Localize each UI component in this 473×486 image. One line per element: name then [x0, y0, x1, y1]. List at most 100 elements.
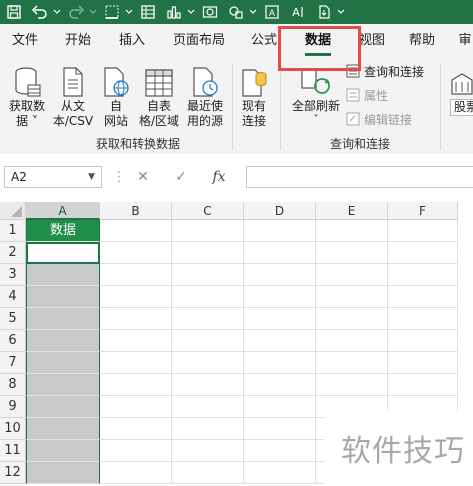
- cell-c10[interactable]: [172, 418, 244, 440]
- cell-c8[interactable]: [172, 374, 244, 396]
- cell-d6[interactable]: [244, 330, 316, 352]
- recent-sources-button[interactable]: 最近使 用的源: [182, 62, 228, 129]
- cell-f3[interactable]: [388, 264, 458, 286]
- save-icon[interactable]: [2, 0, 26, 24]
- cancel-icon[interactable]: ✕: [124, 169, 162, 185]
- cell-a10[interactable]: [26, 418, 100, 440]
- row-header-8[interactable]: 8: [0, 374, 26, 396]
- cell-b12[interactable]: [100, 462, 172, 484]
- cell-b1[interactable]: [100, 220, 172, 242]
- row-header-7[interactable]: 7: [0, 352, 26, 374]
- cell-b11[interactable]: [100, 440, 172, 462]
- cell-d3[interactable]: [244, 264, 316, 286]
- cell-a6[interactable]: [26, 330, 100, 352]
- cell-c6[interactable]: [172, 330, 244, 352]
- column-header-c[interactable]: C: [172, 202, 244, 220]
- undo-dropdown-icon[interactable]: [52, 0, 62, 24]
- cell-d10[interactable]: [244, 418, 316, 440]
- cell-c11[interactable]: [172, 440, 244, 462]
- tab-insert[interactable]: 插入: [114, 24, 150, 60]
- row-header-11[interactable]: 11: [0, 440, 26, 462]
- row-header-1[interactable]: 1: [0, 220, 26, 242]
- tab-page-layout[interactable]: 页面布局: [168, 24, 230, 60]
- enter-icon[interactable]: ✓: [162, 169, 200, 185]
- get-data-button[interactable]: 获取数 据 ˅: [4, 62, 50, 129]
- cell-e1[interactable]: [316, 220, 388, 242]
- cell-e2[interactable]: [316, 242, 388, 264]
- cell-b6[interactable]: [100, 330, 172, 352]
- cell-d9[interactable]: [244, 396, 316, 418]
- cell-c5[interactable]: [172, 308, 244, 330]
- cell-a2[interactable]: [26, 242, 100, 264]
- row-header-6[interactable]: 6: [0, 330, 26, 352]
- cell-a9[interactable]: [26, 396, 100, 418]
- cell-f6[interactable]: [388, 330, 458, 352]
- properties-button[interactable]: 属性: [346, 85, 388, 105]
- cell-f5[interactable]: [388, 308, 458, 330]
- chart-icon[interactable]: [162, 0, 186, 24]
- from-web-button[interactable]: 自 网站: [98, 62, 134, 129]
- from-table-range-button[interactable]: 自表 格/区域: [136, 62, 182, 129]
- cell-a12[interactable]: [26, 462, 100, 484]
- name-box-dropdown-icon[interactable]: ▼: [88, 167, 95, 187]
- customize-toolbar-icon[interactable]: [336, 0, 346, 24]
- row-header-12[interactable]: 12: [0, 462, 26, 484]
- formula-input[interactable]: [246, 166, 473, 188]
- form-icon[interactable]: [136, 0, 160, 24]
- row-header-10[interactable]: 10: [0, 418, 26, 440]
- select-all-corner[interactable]: [0, 202, 26, 220]
- cell-a3[interactable]: [26, 264, 100, 286]
- tab-file[interactable]: 文件: [8, 24, 42, 60]
- cell-b2[interactable]: [100, 242, 172, 264]
- cell-c1[interactable]: [172, 220, 244, 242]
- cell-d12[interactable]: [244, 462, 316, 484]
- cell-d11[interactable]: [244, 440, 316, 462]
- cell-d7[interactable]: [244, 352, 316, 374]
- cell-b9[interactable]: [100, 396, 172, 418]
- cell-f4[interactable]: [388, 286, 458, 308]
- name-box[interactable]: A2 ▼: [4, 166, 102, 188]
- row-header-2[interactable]: 2: [0, 242, 26, 264]
- cell-a4[interactable]: [26, 286, 100, 308]
- row-header-3[interactable]: 3: [0, 264, 26, 286]
- stocks-button[interactable]: 股票: [450, 62, 473, 116]
- cell-b8[interactable]: [100, 374, 172, 396]
- border-dropdown-icon[interactable]: [124, 0, 134, 24]
- column-header-a[interactable]: A: [26, 202, 100, 220]
- cell-d5[interactable]: [244, 308, 316, 330]
- text-direction-icon[interactable]: A: [286, 0, 310, 24]
- textbox-icon[interactable]: A: [260, 0, 284, 24]
- cell-f8[interactable]: [388, 374, 458, 396]
- tab-formulas[interactable]: 公式: [246, 24, 282, 60]
- cell-c2[interactable]: [172, 242, 244, 264]
- row-header-4[interactable]: 4: [0, 286, 26, 308]
- cell-b5[interactable]: [100, 308, 172, 330]
- cell-e3[interactable]: [316, 264, 388, 286]
- cell-c3[interactable]: [172, 264, 244, 286]
- shapes-dropdown-icon[interactable]: [248, 0, 258, 24]
- tab-view[interactable]: 视图: [354, 24, 390, 60]
- undo-icon[interactable]: [28, 0, 52, 24]
- refresh-all-button[interactable]: 全部刷新 ˅: [288, 62, 344, 125]
- cell-d1[interactable]: [244, 220, 316, 242]
- column-header-f[interactable]: F: [388, 202, 458, 220]
- cell-a7[interactable]: [26, 352, 100, 374]
- cell-a5[interactable]: [26, 308, 100, 330]
- cell-b4[interactable]: [100, 286, 172, 308]
- row-header-9[interactable]: 9: [0, 396, 26, 418]
- insert-function-icon[interactable]: fx: [200, 169, 238, 185]
- column-header-e[interactable]: E: [316, 202, 388, 220]
- tab-help[interactable]: 帮助: [404, 24, 440, 60]
- border-icon[interactable]: [100, 0, 124, 24]
- shapes-icon[interactable]: [224, 0, 248, 24]
- tab-review-partial[interactable]: 审: [456, 24, 473, 60]
- file-icon[interactable]: [312, 0, 336, 24]
- cell-e8[interactable]: [316, 374, 388, 396]
- cell-e5[interactable]: [316, 308, 388, 330]
- from-text-csv-button[interactable]: 从文 本/CSV: [50, 62, 96, 129]
- existing-connections-button[interactable]: 现有 连接: [236, 62, 272, 129]
- cell-c4[interactable]: [172, 286, 244, 308]
- cell-c9[interactable]: [172, 396, 244, 418]
- cell-c7[interactable]: [172, 352, 244, 374]
- tab-data[interactable]: 数据: [300, 24, 336, 60]
